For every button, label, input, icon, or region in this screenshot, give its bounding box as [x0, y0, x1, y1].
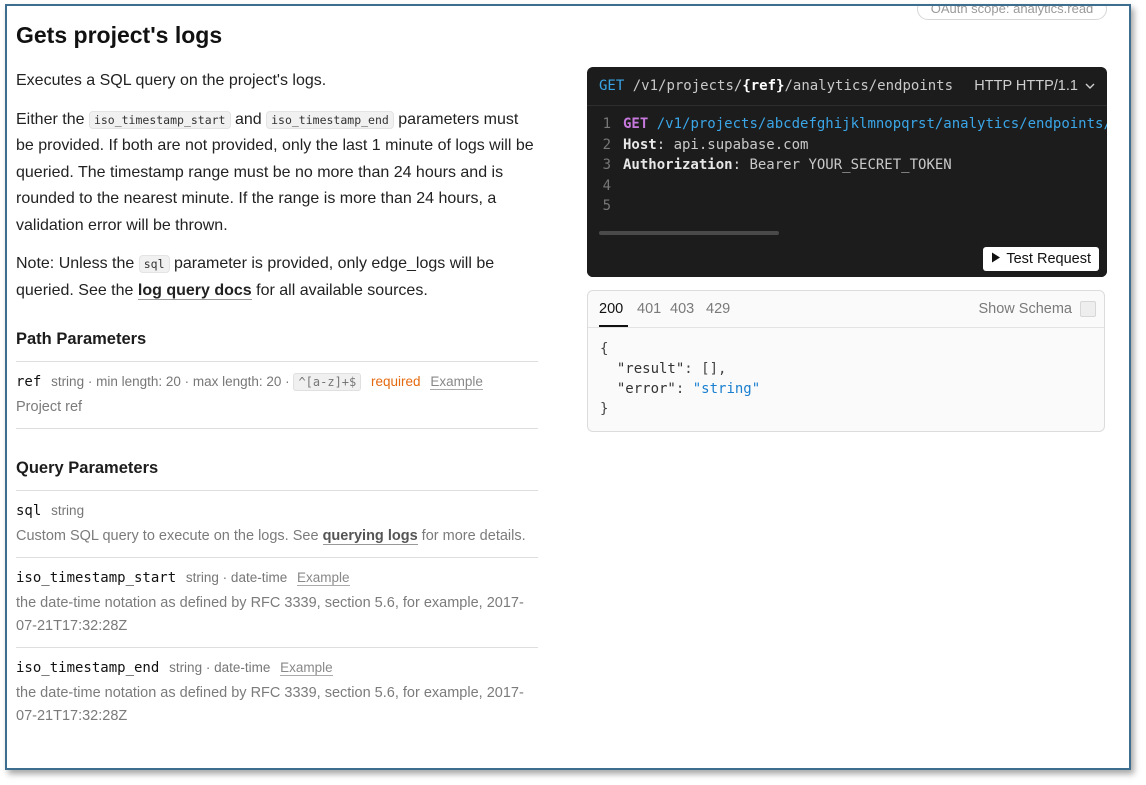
- request-path-prefix: /v1/projects/: [632, 78, 743, 94]
- page-title: Gets project's logs: [16, 22, 223, 48]
- horizontal-scrollbar[interactable]: [599, 231, 779, 235]
- text-fragment: Note: Unless the: [16, 255, 135, 272]
- oauth-scope-badge: OAuth scope: analytics.read: [917, 6, 1107, 20]
- tab-403[interactable]: 403: [670, 301, 694, 317]
- param-name: ref: [16, 374, 42, 390]
- code-line: 3 Authorization: Bearer YOUR_SECRET_TOKEN: [587, 155, 1107, 176]
- param-description: the date-time notation as defined by RFC…: [16, 595, 524, 634]
- param-pattern: ^[a-z]+$: [293, 373, 362, 391]
- json-key: "result": [616, 361, 685, 377]
- line-number: 2: [602, 136, 611, 153]
- json-brace: {: [600, 341, 609, 357]
- tab-200[interactable]: 200: [599, 301, 623, 317]
- text-fragment: Custom SQL query to execute on the logs.…: [16, 528, 319, 544]
- active-tab-indicator: [599, 325, 628, 327]
- param-meta: string · date-time: [185, 570, 288, 585]
- request-path-suffix: /analytics/endpoints: [784, 78, 954, 94]
- code-line: 5: [587, 196, 1107, 217]
- json-value: "string": [692, 381, 761, 397]
- param-description: Custom SQL query to execute on the logs.…: [16, 525, 538, 548]
- log-query-docs-link[interactable]: log query docs: [137, 281, 252, 300]
- code-line: 2 Host: api.supabase.com: [587, 135, 1107, 156]
- code-header-key: Authorization: [623, 157, 733, 173]
- code-header-key: Host: [623, 136, 657, 153]
- path-parameters-heading: Path Parameters: [16, 330, 538, 362]
- show-schema-label: Show Schema: [978, 301, 1073, 317]
- param-name: sql: [16, 503, 42, 519]
- doc-frame: OAuth scope: analytics.read Gets project…: [5, 4, 1131, 770]
- show-schema-checkbox[interactable]: [1080, 301, 1096, 317]
- sources-note: Note: Unless the sql parameter is provid…: [16, 251, 538, 304]
- param-name: iso_timestamp_end: [16, 660, 160, 676]
- example-link[interactable]: Example: [280, 660, 333, 676]
- text-fragment: for all available sources.: [256, 281, 428, 299]
- description-column: Executes a SQL query on the project's lo…: [16, 68, 538, 737]
- param-ref: ref string · min length: 20 · max length…: [16, 362, 538, 429]
- json-key: "error": [616, 381, 676, 397]
- line-number: 5: [602, 198, 611, 214]
- json-value: []: [701, 361, 719, 377]
- protocol-select[interactable]: HTTP HTTP/1.1: [974, 67, 1095, 105]
- line-number: 1: [602, 116, 611, 132]
- tab-429[interactable]: 429: [706, 301, 730, 317]
- code-header-value: Bearer YOUR_SECRET_TOKEN: [749, 157, 952, 173]
- json-brace: }: [600, 401, 609, 417]
- param-meta: string · min length: 20 · max length: 20…: [51, 374, 290, 389]
- param-name: iso_timestamp_start: [16, 570, 177, 586]
- example-link[interactable]: Example: [430, 374, 483, 390]
- response-panel: 200 401 403 429 Show Schema { "result": …: [587, 290, 1105, 432]
- param-iso-timestamp-start: iso_timestamp_start string · date-time E…: [16, 558, 538, 648]
- response-json: { "result": [], "error": "string" }: [600, 341, 761, 417]
- required-badge: required: [371, 374, 421, 389]
- text-fragment: Either the: [16, 110, 85, 128]
- intro-text: Executes a SQL query on the project's lo…: [16, 72, 327, 89]
- play-icon: [991, 251, 1007, 267]
- request-path-ref: {ref}: [742, 78, 785, 94]
- timestamp-note: Either the iso_timestamp_start and iso_t…: [16, 107, 538, 240]
- text-fragment: for more details.: [421, 528, 526, 544]
- response-tabs: 200 401 403 429 Show Schema: [588, 291, 1104, 328]
- param-sql: sql string Custom SQL query to execute o…: [16, 491, 538, 558]
- code-line: 4: [587, 176, 1107, 197]
- request-footer: Test Request: [587, 239, 1107, 277]
- request-panel: GET /v1/projects/{ref}/analytics/endpoin…: [587, 67, 1107, 277]
- text-fragment: and: [234, 110, 262, 128]
- code-header-value: api.supabase.com: [673, 136, 809, 153]
- line-number: 3: [602, 157, 611, 173]
- line-number: 4: [602, 177, 611, 194]
- code-iso-timestamp-end: iso_timestamp_end: [266, 110, 394, 129]
- code-method: GET: [623, 116, 649, 132]
- tab-401[interactable]: 401: [637, 301, 661, 317]
- param-meta: string: [51, 503, 85, 518]
- param-description: Project ref: [16, 399, 83, 415]
- test-request-label: Test Request: [1006, 251, 1091, 267]
- code-url: /v1/projects/abcdefghijklmnopqrst/analyt…: [656, 116, 1107, 132]
- querying-logs-link[interactable]: querying logs: [322, 528, 418, 545]
- example-link[interactable]: Example: [296, 570, 350, 586]
- chevron-down-icon: [1082, 78, 1095, 94]
- param-description: the date-time notation as defined by RFC…: [16, 685, 524, 724]
- query-parameters-heading: Query Parameters: [16, 459, 538, 491]
- code-iso-timestamp-start: iso_timestamp_start: [88, 110, 231, 129]
- protocol-label: HTTP HTTP/1.1: [974, 78, 1078, 94]
- request-method: GET: [599, 78, 625, 94]
- test-request-button[interactable]: Test Request: [982, 247, 1099, 271]
- request-header: GET /v1/projects/{ref}/analytics/endpoin…: [587, 67, 1107, 106]
- param-meta: string · date-time: [169, 660, 271, 675]
- param-iso-timestamp-end: iso_timestamp_end string · date-time Exa…: [16, 648, 538, 737]
- code-line: 1 GET /v1/projects/abcdefghijklmnopqrst/a…: [587, 114, 1107, 135]
- code-sql: sql: [138, 255, 170, 273]
- request-code[interactable]: 1 GET /v1/projects/abcdefghijklmnopqrst/a…: [587, 106, 1107, 214]
